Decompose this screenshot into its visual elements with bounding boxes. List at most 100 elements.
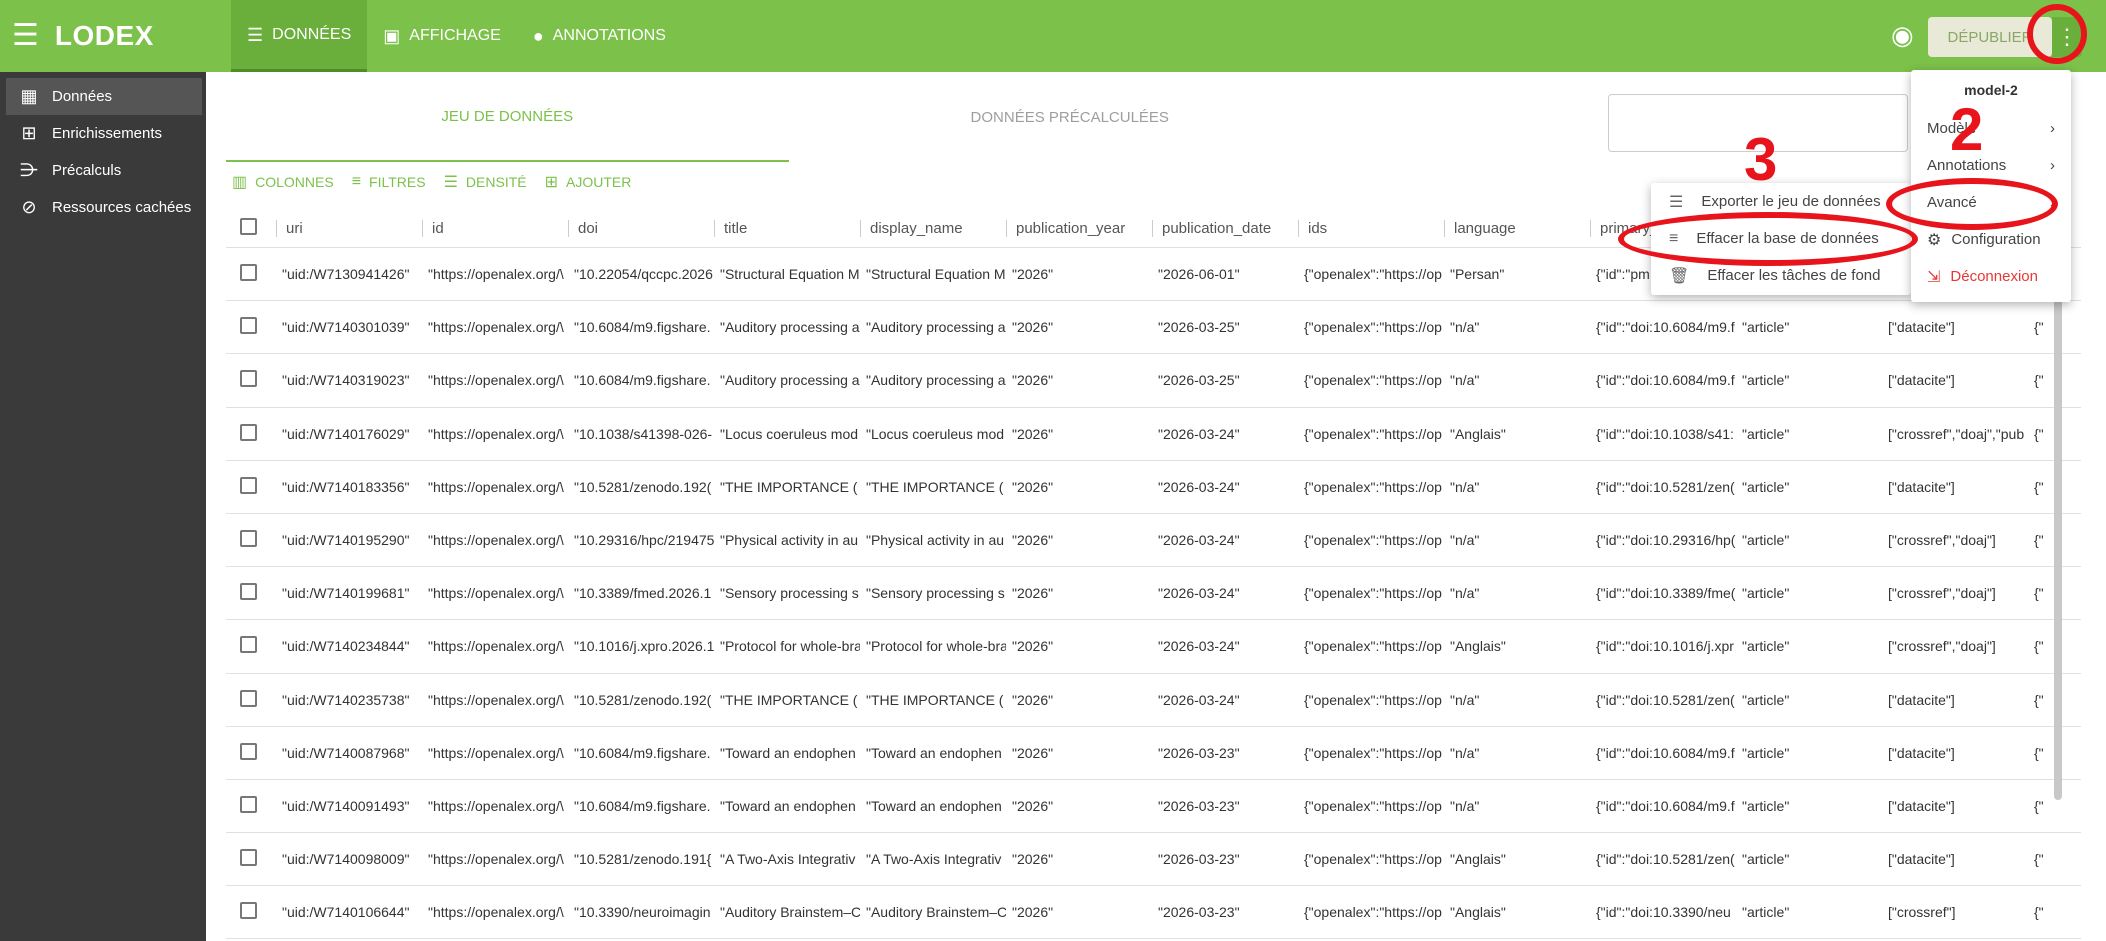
dataset-tabs: JEU DE DONNÉES DONNÉES PRÉCALCULÉES	[226, 72, 1351, 162]
column-header-doi[interactable]: doi	[568, 220, 714, 237]
table-cell-overflow: {"	[2034, 851, 2044, 868]
add-button[interactable]: ⊞ AJOUTER	[545, 172, 632, 192]
filters-button[interactable]: ≡ FILTRES	[352, 172, 426, 192]
hamburger-menu-icon[interactable]: ☰	[12, 21, 39, 51]
table-cell: {"id":"doi:10.1016/j.xpr	[1596, 638, 1734, 655]
column-header-title[interactable]: title	[714, 220, 860, 237]
table-cell: {"id":"doi:10.6084/m9.f	[1596, 744, 1735, 761]
table-cell: {"id":"doi:10.3390/neu	[1596, 904, 1731, 921]
table-cell: {"id":"doi:10.5281/zen(	[1596, 851, 1735, 868]
table-cell: "Locus coeruleus mod	[720, 425, 859, 442]
display-icon: ▣	[383, 26, 401, 46]
table-cell: "Structural Equation M	[866, 266, 1006, 283]
column-header-language[interactable]: language	[1444, 220, 1590, 237]
column-header-publication-date[interactable]: publication_date	[1152, 220, 1298, 237]
table-cell: "Toward an endophen	[866, 744, 1002, 761]
row-checkbox[interactable]	[226, 264, 276, 284]
table-cell: ["crossref"]	[1888, 904, 1956, 921]
row-checkbox[interactable]	[226, 530, 276, 550]
sidebar-item-enrichissements[interactable]: ⊞ Enrichissements	[0, 115, 206, 152]
table-cell: "10.3390/neuroimagin	[574, 904, 711, 921]
column-header-publication-year[interactable]: publication_year	[1006, 220, 1152, 237]
table-cell: ["datacite"]	[1888, 372, 1955, 389]
column-header-uri[interactable]: uri	[276, 220, 422, 237]
table-cell: "2026"	[1012, 638, 1054, 655]
table-cell-overflow: {"	[2034, 904, 2044, 921]
nav-annotations[interactable]: ● Annotations	[517, 0, 682, 72]
table-row[interactable]: "uid:/W7140098009" "https://openalex.org/…	[226, 833, 2081, 887]
row-checkbox[interactable]	[226, 370, 276, 390]
top-nav: ☰ Données ▣ Affichage ● Annotations	[231, 0, 682, 72]
precalc-icon: ⋺	[20, 160, 38, 180]
row-checkbox[interactable]	[226, 742, 276, 763]
columns-button[interactable]: ▥ COLONNES	[232, 172, 334, 192]
table-cell: "Toward an endophen	[720, 744, 856, 761]
table-cell: "Structural Equation M	[720, 266, 860, 283]
table-cell: "article"	[1742, 319, 1790, 336]
table-cell: "A Two-Axis Integrativ	[866, 851, 1002, 868]
sidebar-item-donnees[interactable]: ▦ Données	[6, 78, 202, 115]
table-cell: "article"	[1742, 744, 1790, 761]
table-row[interactable]: "uid:/W7140235738" "https://openalex.org/…	[226, 674, 2081, 727]
table-cell: "Auditory processing a	[866, 319, 1006, 336]
table-cell: "Auditory processing a	[720, 372, 860, 389]
nav-affichage[interactable]: ▣ Affichage	[367, 0, 517, 72]
menu-item-label: Configuration	[1951, 231, 2041, 248]
table-cell: ["crossref","doaj","pub	[1888, 425, 2025, 442]
table-cell: "https://openalex.org/\	[428, 691, 564, 708]
table-row[interactable]: "uid:/W7140199681" "https://openalex.org/…	[226, 567, 2081, 621]
table-cell: {"openalex":"https://op	[1304, 478, 1442, 495]
table-cell: {"openalex":"https://op	[1304, 691, 1442, 708]
menu-item-modele[interactable]: Modèle ›	[1911, 110, 2071, 147]
app-logo[interactable]: LODEX	[55, 20, 154, 52]
sidebar-item-precalculs[interactable]: ⋺ Précalculs	[0, 152, 206, 189]
row-checkbox[interactable]	[226, 689, 276, 710]
table-row[interactable]: "uid:/W7140091493" "https://openalex.org/…	[226, 780, 2081, 834]
density-button[interactable]: ☰ DENSITÉ	[444, 172, 527, 192]
table-cell: ["crossref","doaj"]	[1888, 638, 1996, 655]
tab-jeu-de-donnees[interactable]: JEU DE DONNÉES	[226, 72, 789, 162]
table-row[interactable]: "uid:/W7140183356" "https://openalex.org/…	[226, 461, 2081, 514]
row-checkbox[interactable]	[226, 317, 276, 337]
select-all-checkbox[interactable]	[226, 218, 276, 239]
row-checkbox[interactable]	[226, 795, 276, 816]
row-checkbox[interactable]	[226, 636, 276, 656]
column-header-ids[interactable]: ids	[1298, 220, 1444, 237]
filters-label: FILTRES	[369, 174, 426, 190]
table-cell: "https://openalex.org/\	[428, 797, 564, 814]
row-checkbox[interactable]	[226, 423, 276, 444]
add-label: AJOUTER	[566, 174, 632, 190]
table-row[interactable]: "uid:/W7140319023" "https://openalex.org/…	[226, 354, 2081, 408]
table-row[interactable]: "uid:/W7140234844" "https://openalex.org/…	[226, 620, 2081, 674]
tab-donnees-precalculees[interactable]: DONNÉES PRÉCALCULÉES	[789, 72, 1352, 162]
table-row[interactable]: "uid:/W7140195290" "https://openalex.org/…	[226, 514, 2081, 568]
list-icon: ☰	[247, 24, 264, 45]
table-cell: "https://openalex.org/\	[428, 585, 564, 602]
table-cell: "n/a"	[1450, 744, 1480, 761]
sidebar-item-label: Précalculs	[52, 162, 122, 179]
table-cell: "2026"	[1012, 372, 1054, 389]
table-cell: "2026-03-24"	[1158, 478, 1240, 495]
row-checkbox[interactable]	[226, 476, 276, 497]
menu-item-deconnexion[interactable]: ⇲ Déconnexion	[1911, 258, 2071, 295]
data-grid: uri id doi title display_name publication_yea…	[226, 210, 2081, 941]
eye-icon[interactable]: ◉	[1891, 22, 1914, 48]
table-cell: {"id":"doi:10.5281/zen(	[1596, 478, 1735, 495]
row-checkbox[interactable]	[226, 849, 276, 869]
column-header-id[interactable]: id	[422, 220, 568, 237]
row-checkbox[interactable]	[226, 902, 276, 922]
annotation-circle-effacer-base	[1618, 212, 1918, 266]
row-checkbox[interactable]	[226, 583, 276, 603]
table-row[interactable]: "uid:/W7140176029" "https://openalex.org/…	[226, 408, 2081, 461]
table-cell: "Protocol for whole-bra	[866, 638, 1006, 655]
table-cell: "10.6084/m9.figshare.	[574, 744, 711, 761]
table-row[interactable]: "uid:/W7140106644" "https://openalex.org/…	[226, 886, 2081, 940]
table-row[interactable]: "uid:/W7140087968" "https://openalex.org/…	[226, 727, 2081, 780]
table-cell-overflow: {"	[2034, 744, 2044, 761]
nav-donnees[interactable]: ☰ Données	[231, 0, 368, 72]
table-cell: "2026-03-24"	[1158, 638, 1240, 655]
table-row[interactable]: "uid:/W7140301039" "https://openalex.org/…	[226, 301, 2081, 355]
table-cell: {"openalex":"https://op	[1304, 797, 1442, 814]
sidebar-item-ressources-cachees[interactable]: ⊘ Ressources cachées	[0, 189, 206, 226]
column-header-display-name[interactable]: display_name	[860, 220, 1006, 237]
